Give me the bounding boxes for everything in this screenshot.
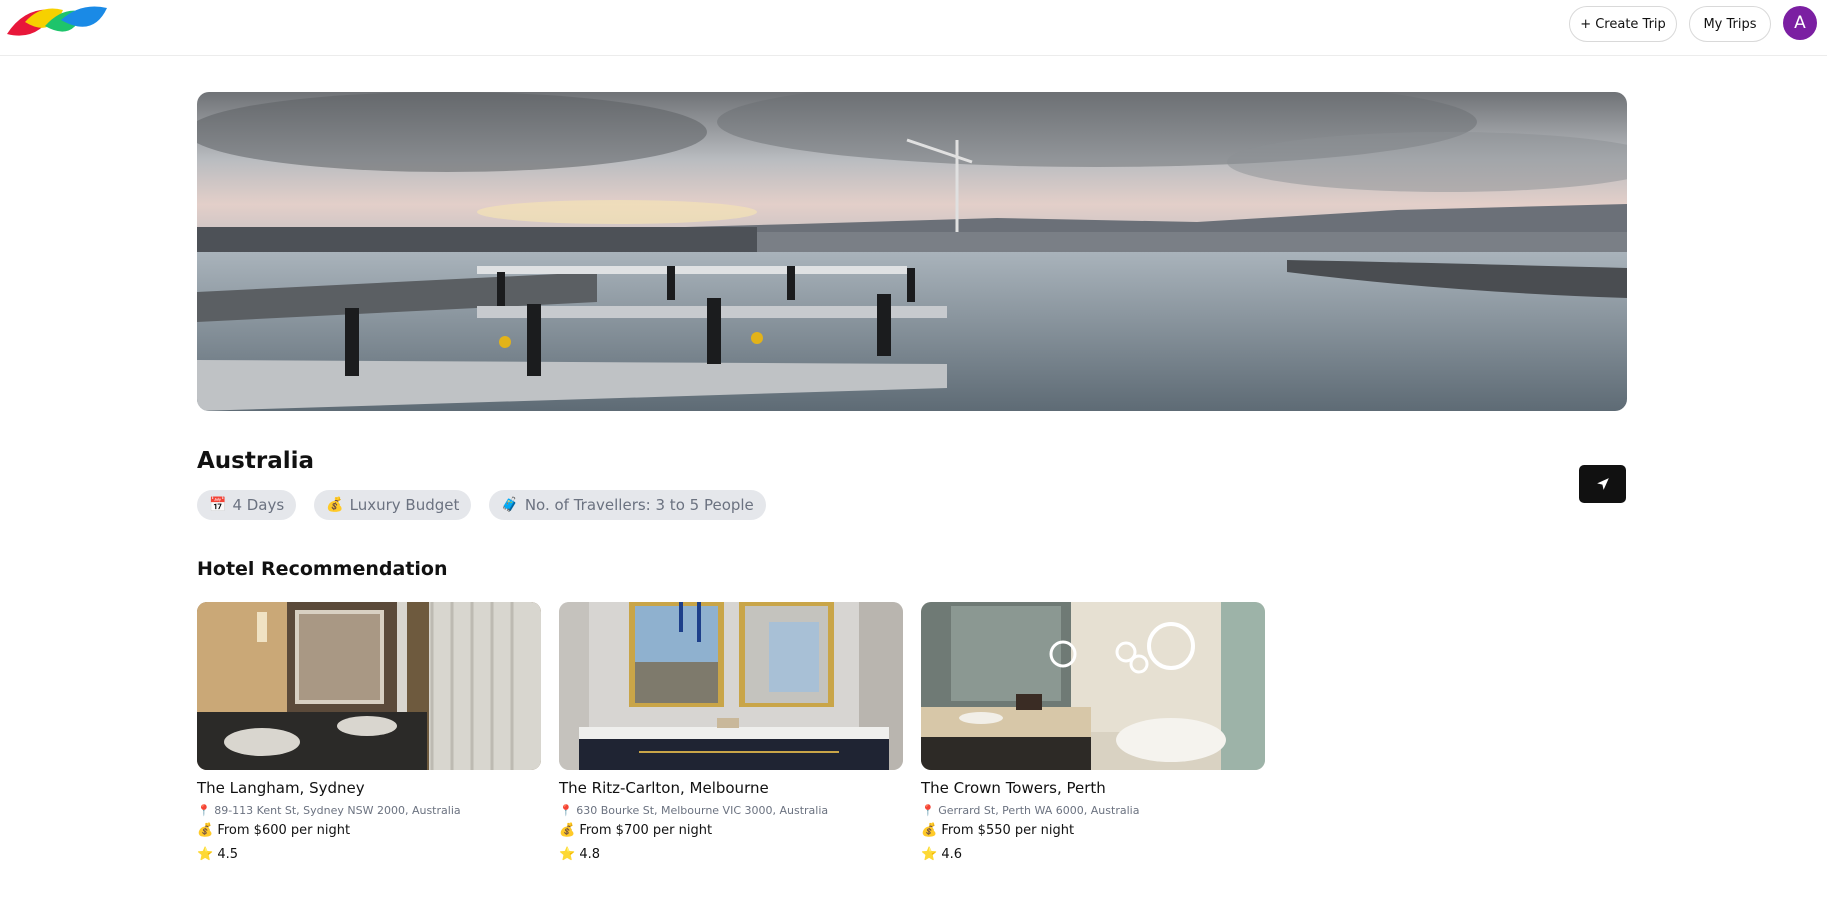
destination-hero-image	[197, 92, 1627, 411]
hotel-image[interactable]	[197, 602, 541, 770]
hotel-rating: ⭐ 4.6	[921, 847, 1265, 862]
money-bag-icon: 💰	[921, 823, 938, 838]
hotel-address: 📍 Gerrard St, Perth WA 6000, Australia	[921, 804, 1265, 817]
hotel-card[interactable]: The Langham, Sydney 📍 89-113 Kent St, Sy…	[197, 602, 541, 862]
budget-label: Luxury Budget	[349, 496, 460, 514]
location-pin-icon: 📍	[559, 804, 573, 817]
trip-chips: 📅 4 Days 💰 Luxury Budget 🧳 No. of Travel…	[197, 490, 766, 520]
hotel-address: 📍 89-113 Kent St, Sydney NSW 2000, Austr…	[197, 804, 541, 817]
hotel-price: 💰 From $550 per night	[921, 823, 1265, 838]
destination-title: Australia	[197, 448, 315, 474]
money-bag-icon: 💰	[197, 823, 214, 838]
calendar-icon: 📅	[209, 497, 227, 513]
travellers-chip: 🧳 No. of Travellers: 3 to 5 People	[489, 490, 766, 520]
duration-chip: 📅 4 Days	[197, 490, 297, 520]
hotel-rating: ⭐ 4.5	[197, 847, 541, 862]
hotel-card[interactable]: The Ritz-Carlton, Melbourne 📍 630 Bourke…	[559, 602, 903, 862]
hotel-price-text: From $700 per night	[579, 823, 713, 838]
hotel-rating-value: 4.5	[217, 847, 239, 862]
hotel-name: The Langham, Sydney	[197, 779, 365, 797]
app-logo[interactable]	[7, 4, 107, 44]
travellers-label: No. of Travellers: 3 to 5 People	[524, 496, 754, 514]
location-pin-icon: 📍	[921, 804, 935, 817]
star-icon: ⭐	[559, 847, 576, 862]
hotel-image[interactable]	[559, 602, 903, 770]
money-bag-icon: 💰	[326, 497, 344, 513]
create-trip-button[interactable]: + Create Trip	[1569, 6, 1677, 42]
luggage-icon: 🧳	[501, 497, 519, 513]
hotel-price: 💰 From $600 per night	[197, 823, 541, 838]
hotel-address: 📍 630 Bourke St, Melbourne VIC 3000, Aus…	[559, 804, 903, 817]
hotel-card[interactable]: The Crown Towers, Perth 📍 Gerrard St, Pe…	[921, 602, 1265, 862]
user-avatar[interactable]: A	[1783, 6, 1817, 40]
hotel-price-text: From $600 per night	[217, 823, 351, 838]
hotel-rating: ⭐ 4.8	[559, 847, 903, 862]
star-icon: ⭐	[197, 847, 214, 862]
money-bag-icon: 💰	[559, 823, 576, 838]
budget-chip: 💰 Luxury Budget	[314, 490, 472, 520]
star-icon: ⭐	[921, 847, 938, 862]
top-nav: + Create Trip My Trips A	[0, 0, 1827, 56]
hotel-address-text: 630 Bourke St, Melbourne VIC 3000, Austr…	[576, 804, 829, 817]
hotel-price-text: From $550 per night	[941, 823, 1075, 838]
hotel-price: 💰 From $700 per night	[559, 823, 903, 838]
hotel-rating-value: 4.8	[579, 847, 601, 862]
send-icon	[1596, 478, 1609, 490]
share-button[interactable]	[1579, 465, 1626, 503]
hotel-image[interactable]	[921, 602, 1265, 770]
hotel-address-text: Gerrard St, Perth WA 6000, Australia	[938, 804, 1140, 817]
hotel-rating-value: 4.6	[941, 847, 963, 862]
hotel-section-title: Hotel Recommendation	[197, 558, 448, 580]
hotel-address-text: 89-113 Kent St, Sydney NSW 2000, Austral…	[214, 804, 461, 817]
location-pin-icon: 📍	[197, 804, 211, 817]
duration-label: 4 Days	[232, 496, 285, 514]
hotel-name: The Crown Towers, Perth	[921, 779, 1106, 797]
my-trips-button[interactable]: My Trips	[1689, 6, 1771, 42]
hotel-name: The Ritz-Carlton, Melbourne	[559, 779, 769, 797]
